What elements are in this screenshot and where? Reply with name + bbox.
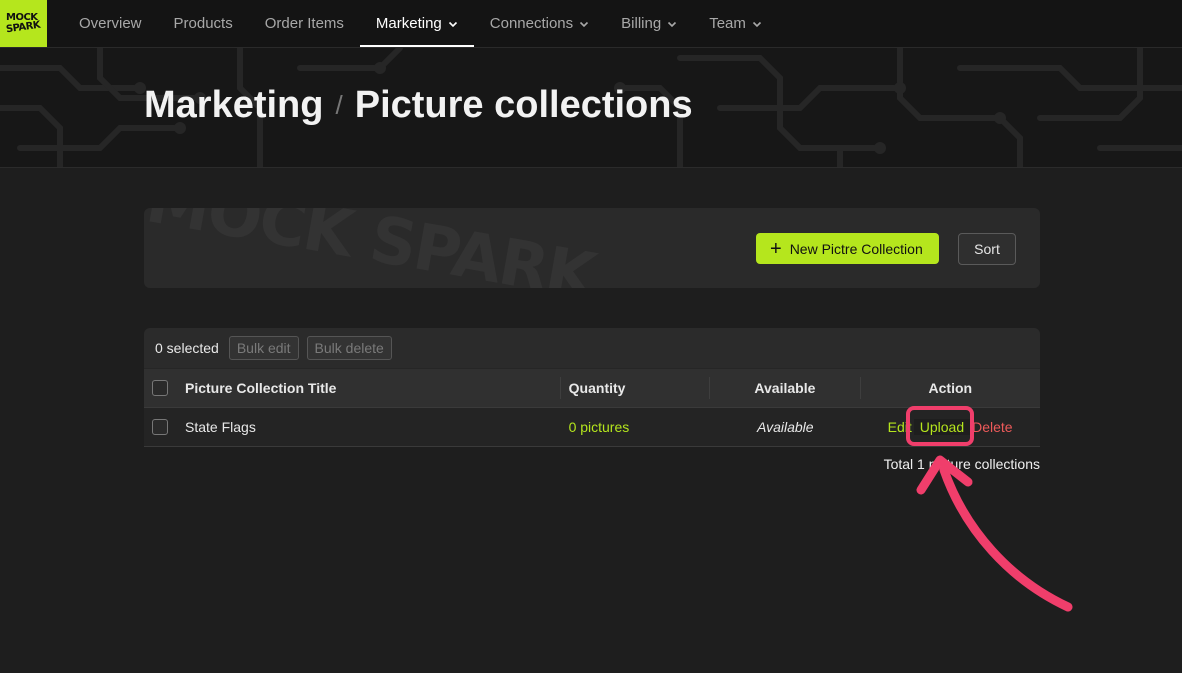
nav-item-label: Products <box>173 15 233 32</box>
bulk-delete-button[interactable]: Bulk delete <box>306 336 392 360</box>
bulk-actions-bar: 0 selected Bulk edit Bulk delete <box>144 328 1040 368</box>
page-header-banner: Marketing / Picture collections <box>0 48 1182 168</box>
column-header-title: Picture Collection Title <box>185 380 337 396</box>
nav-item-label: Order Items <box>264 15 344 32</box>
picture-count-link[interactable]: 0 pictures <box>561 419 711 435</box>
breadcrumb-separator: / <box>335 90 343 120</box>
upload-highlight-box <box>906 406 974 446</box>
nav-item-label: Team <box>709 15 746 32</box>
plus-icon: + <box>770 237 782 260</box>
nav-item-label: Marketing <box>375 15 442 32</box>
brand-logo[interactable]: MOCK SPARK <box>0 0 47 47</box>
bulk-edit-button[interactable]: Bulk edit <box>228 336 299 360</box>
nav-item-team[interactable]: Team <box>693 0 778 47</box>
column-header-quantity: Quantity <box>559 377 710 399</box>
nav-item-marketing[interactable]: Marketing <box>359 0 474 47</box>
chevron-down-icon <box>752 19 762 29</box>
nav-item-label: Billing <box>621 15 662 32</box>
chevron-down-icon <box>448 19 458 29</box>
collection-title: State Flags <box>185 419 256 435</box>
availability-status: Available <box>757 419 814 435</box>
page-title: Picture collections <box>354 84 693 126</box>
nav-item-label: Overview <box>79 15 142 32</box>
row-checkbox[interactable] <box>152 419 168 435</box>
column-header-action: Action <box>859 377 1040 399</box>
top-nav: MOCK SPARK Overview Products Order Items… <box>0 0 1182 48</box>
delete-link[interactable]: Delete <box>972 419 1012 435</box>
nav-item-connections[interactable]: Connections <box>474 0 605 47</box>
sort-button[interactable]: Sort <box>958 233 1016 265</box>
logo-text-bottom: SPARK <box>5 19 41 36</box>
select-all-checkbox[interactable] <box>152 380 168 396</box>
chevron-down-icon <box>579 19 589 29</box>
nav-item-products[interactable]: Products <box>158 0 249 47</box>
breadcrumb-section[interactable]: Marketing <box>144 84 323 127</box>
toolbar-card: MOCK SPARK + New Pictre Collection Sort <box>144 208 1040 288</box>
total-count: Total 1 picture collections <box>883 456 1040 472</box>
nav-item-label: Connections <box>489 15 574 32</box>
breadcrumb: Marketing / Picture collections <box>144 84 693 127</box>
new-collection-label: New Pictre Collection <box>789 240 923 257</box>
column-header-available: Available <box>709 377 859 399</box>
nav-item-order-items[interactable]: Order Items <box>249 0 360 47</box>
brand-watermark: MOCK SPARK <box>144 208 600 288</box>
picture-count: 0 pictures <box>568 419 630 435</box>
nav-items: Overview Products Order Items Marketing … <box>63 0 778 47</box>
nav-item-billing[interactable]: Billing <box>605 0 693 47</box>
table-header: Picture Collection Title Quantity Availa… <box>144 368 1040 407</box>
selected-count: 0 selected <box>155 340 219 356</box>
new-picture-collection-button[interactable]: + New Pictre Collection <box>756 233 939 264</box>
chevron-down-icon <box>667 19 677 29</box>
nav-item-overview[interactable]: Overview <box>63 0 158 47</box>
